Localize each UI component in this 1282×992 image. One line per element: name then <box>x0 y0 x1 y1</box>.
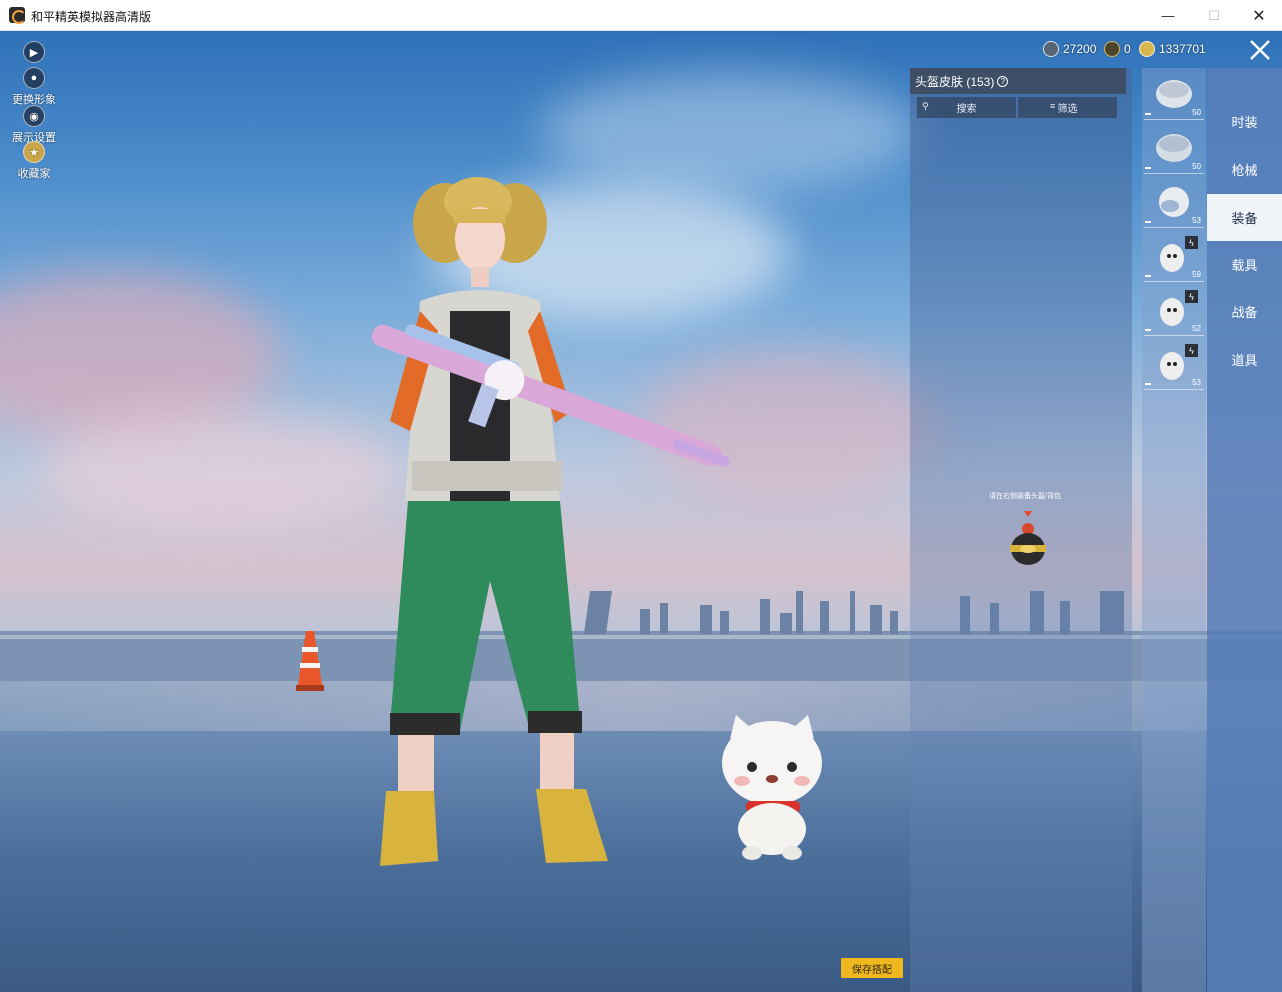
item-marker <box>1145 383 1151 385</box>
token-currency: 0 <box>1104 41 1131 57</box>
window-title: 和平精英模拟器高清版 <box>31 10 152 24</box>
search-button[interactable]: ⚲ 搜索 <box>917 97 1016 118</box>
panel-header: 头盔皮肤 (153) ? <box>910 68 1126 94</box>
maximize-button[interactable]: ☐ <box>1191 0 1237 31</box>
badge-icon: ★ <box>23 141 45 163</box>
save-outfit-button[interactable]: 保存搭配 <box>841 958 903 978</box>
item-level: 52 <box>1192 324 1201 333</box>
gold-amount: 1337701 <box>1159 42 1206 56</box>
gold-coin-icon <box>1139 41 1155 57</box>
item-slot[interactable]: 50 <box>1144 122 1204 174</box>
lightning-badge-icon: ϟ <box>1185 236 1198 249</box>
app-logo-icon <box>9 7 26 24</box>
token-amount: 0 <box>1124 42 1131 56</box>
silver-amount: 27200 <box>1063 42 1097 56</box>
item-slot[interactable]: 53 <box>1144 176 1204 228</box>
change-avatar-tool[interactable]: ● 更换形象 <box>8 67 60 107</box>
item-slot[interactable]: ϟ 53 <box>1144 338 1204 390</box>
filter-label: 筛选 <box>1057 104 1078 115</box>
minimize-button[interactable]: — <box>1145 0 1191 31</box>
item-marker <box>1145 221 1151 223</box>
collector-tool[interactable]: ★ 收藏家 <box>8 141 60 181</box>
item-level: 59 <box>1192 270 1201 279</box>
item-slot[interactable]: ϟ 52 <box>1144 284 1204 336</box>
item-level: 50 <box>1192 162 1201 171</box>
lightning-badge-icon: ϟ <box>1185 344 1198 357</box>
user-icon: ● <box>23 67 45 89</box>
item-level: 53 <box>1192 378 1201 387</box>
lightning-badge-icon: ϟ <box>1185 290 1198 303</box>
search-label: 搜索 <box>956 104 977 115</box>
tab-vehicles[interactable]: 载具 <box>1207 241 1282 288</box>
equip-hint-text: 请在右侧装备头盔/背包 <box>989 493 1061 500</box>
display-settings-tool[interactable]: ◉ 展示设置 <box>8 105 60 145</box>
item-level: 53 <box>1192 216 1201 225</box>
game-viewport: ▶ ● 更换形象 ◉ 展示设置 ★ 收藏家 27200 0 1337701 头盔… <box>0 31 1282 992</box>
tab-items[interactable]: 道具 <box>1207 336 1282 383</box>
item-level: 50 <box>1192 108 1201 117</box>
expand-tool[interactable]: ▶ <box>8 41 60 65</box>
silver-currency: 27200 <box>1043 41 1096 57</box>
item-marker <box>1145 275 1151 277</box>
panel-title: 头盔皮肤 (153) <box>915 74 995 89</box>
player-character <box>371 177 731 866</box>
close-icon <box>1250 39 1270 60</box>
helmet-skin-panel: 头盔皮肤 (153) ? ⚲ 搜索 ≡ 筛选 请在右侧装备头盔/背包 <box>910 68 1132 992</box>
play-icon: ▶ <box>23 41 45 63</box>
traffic-cone <box>296 631 324 691</box>
gold-token-icon <box>1104 41 1120 57</box>
pet-companion <box>722 715 822 860</box>
window-titlebar: 和平精英模拟器高清版 — ☐ ✕ <box>0 0 1282 31</box>
tab-equipment[interactable]: 装备 <box>1207 194 1282 241</box>
item-marker <box>1145 167 1151 169</box>
item-marker <box>1145 113 1151 115</box>
help-icon[interactable]: ? <box>997 75 1009 87</box>
item-slot[interactable]: ϟ 59 <box>1144 230 1204 282</box>
silver-coin-icon <box>1043 41 1059 57</box>
tab-fashion[interactable]: 时装 <box>1207 98 1282 145</box>
item-marker <box>1145 329 1151 331</box>
collector-label: 收藏家 <box>17 168 51 180</box>
panel-search-bar: ⚲ 搜索 ≡ 筛选 <box>917 97 1117 118</box>
tab-combat-gear[interactable]: 战备 <box>1207 288 1282 335</box>
tab-weapons[interactable]: 枪械 <box>1207 146 1282 193</box>
category-tabs: 时装 枪械 装备 载具 战备 道具 <box>1207 68 1282 992</box>
item-list: 50 50 53 ϟ 59 ϟ 52 ϟ 53 <box>1142 68 1206 992</box>
eye-icon: ◉ <box>23 105 45 127</box>
helmet-preview-icon <box>1010 511 1046 565</box>
filter-button[interactable]: ≡ 筛选 <box>1018 97 1117 118</box>
filter-icon: ≡ <box>1050 101 1056 111</box>
close-panel-button[interactable] <box>1238 31 1282 68</box>
gold-currency: 1337701 <box>1139 41 1206 57</box>
cloud <box>40 411 400 531</box>
search-icon: ⚲ <box>922 101 929 111</box>
window-close-button[interactable]: ✕ <box>1236 0 1282 31</box>
item-slot[interactable]: 50 <box>1144 68 1204 120</box>
